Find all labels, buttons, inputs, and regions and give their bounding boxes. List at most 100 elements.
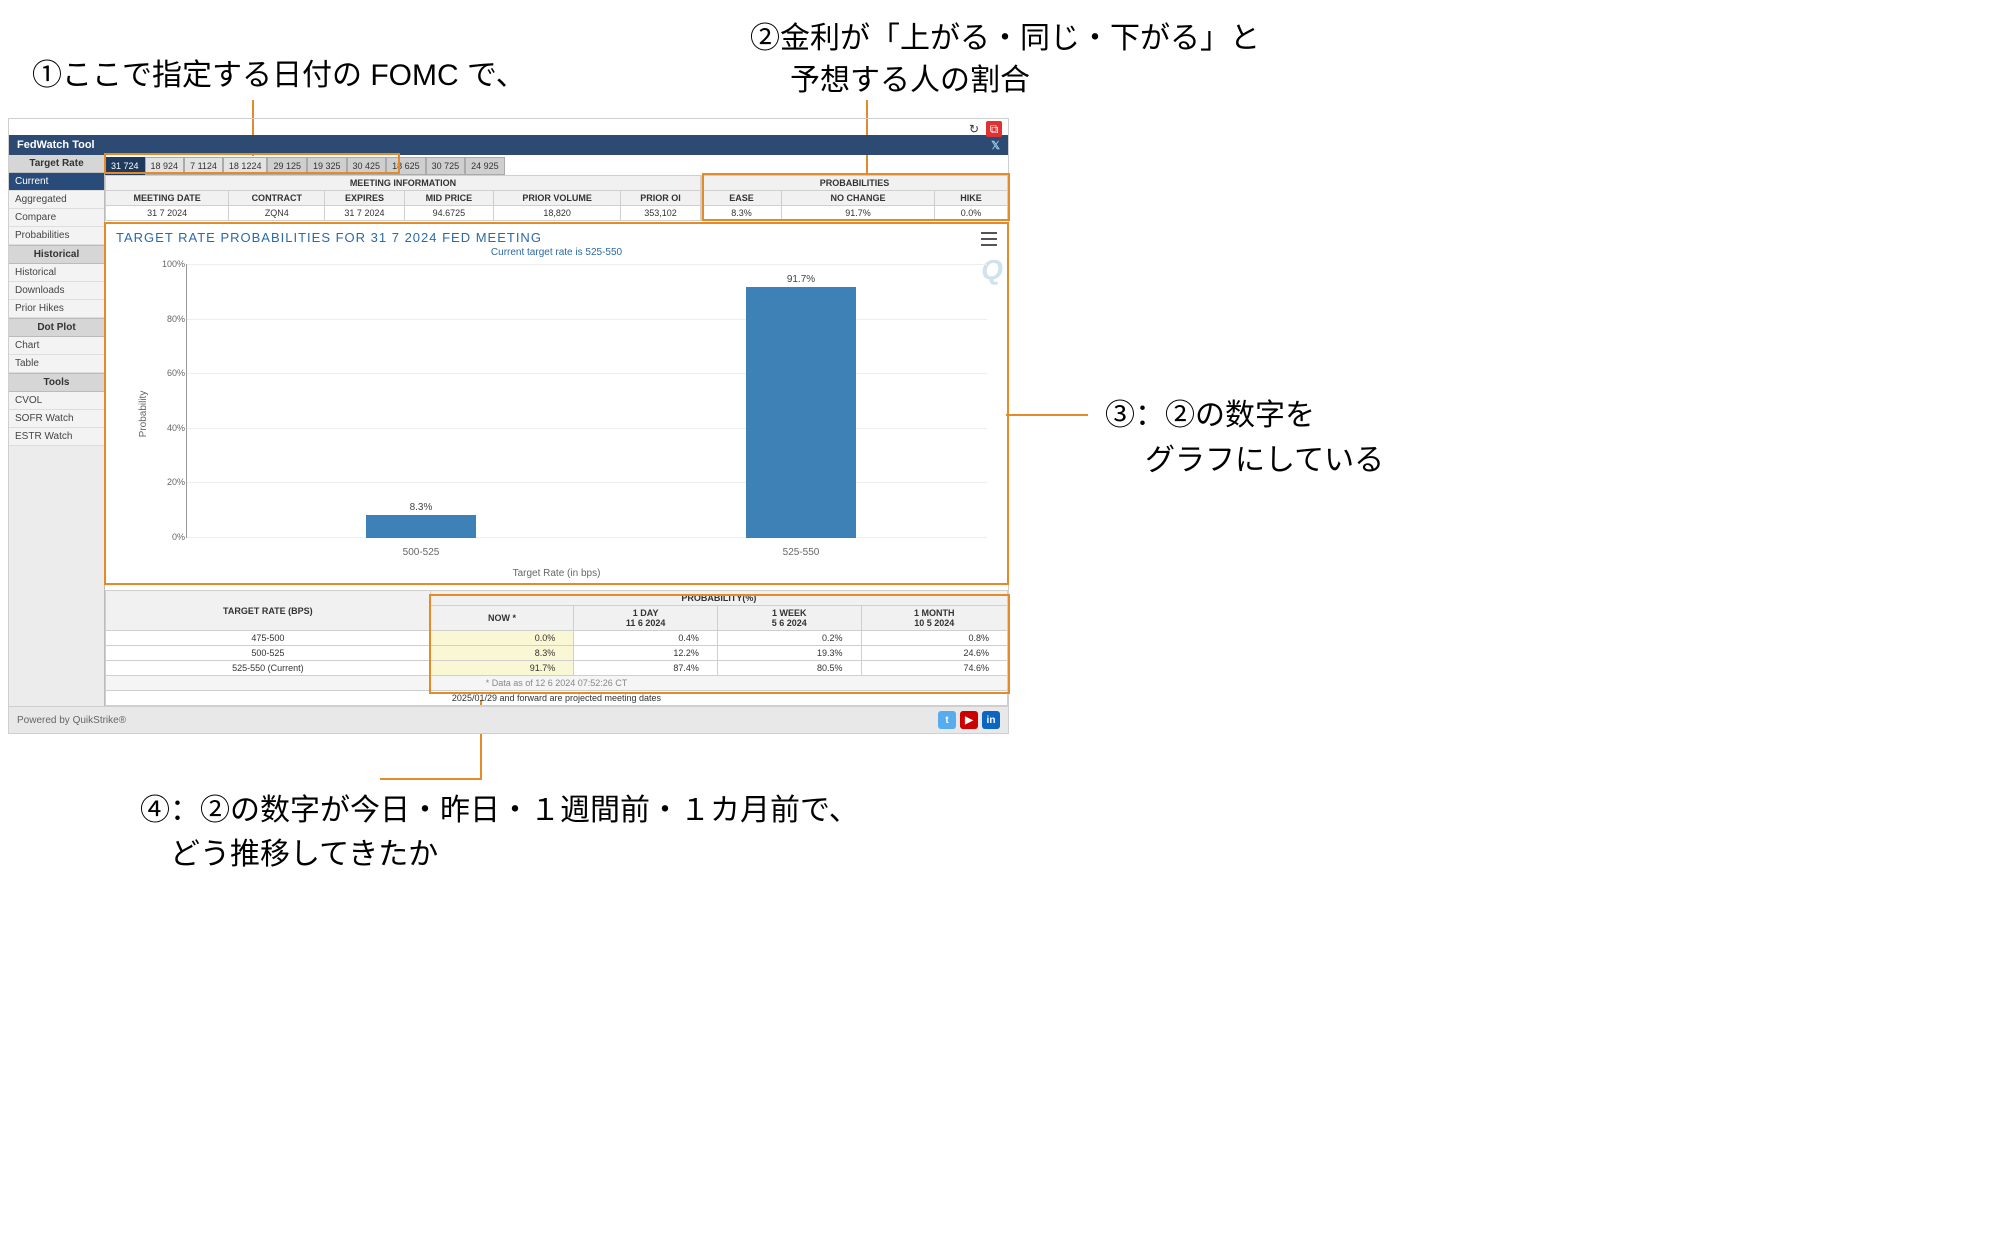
sidebar-item-aggregated[interactable]: Aggregated <box>9 191 104 209</box>
hist-footnote: * Data as of 12 6 2024 07:52:26 CT <box>105 676 1008 691</box>
bar-500-525: 8.3% <box>366 515 476 538</box>
hist-1day: 12.2% <box>574 646 718 661</box>
annotation-4-line2: どう推移してきたか <box>170 834 438 876</box>
prob-hike: 0.0% <box>935 206 1008 221</box>
ytick: 80% <box>159 314 185 324</box>
date-tab-5[interactable]: 19 325 <box>307 157 347 175</box>
hist-col-1week: 1 WEEK5 6 2024 <box>717 606 861 631</box>
hist-1week: 19.3% <box>717 646 861 661</box>
hist-now: 8.3% <box>430 646 574 661</box>
mi-mid: 94.6725 <box>404 206 494 221</box>
popout-icon[interactable]: ⧉ <box>986 121 1002 137</box>
prob-nochange: 91.7% <box>782 206 935 221</box>
date-tab-2[interactable]: 7 1124 <box>184 157 223 175</box>
hist-1day: 0.4% <box>574 631 718 646</box>
probabilities-table: PROBABILITIES EASE NO CHANGE HIKE 8.3% 9… <box>701 175 1008 221</box>
annotation-1: ①ここで指定する日付の FOMC で、 <box>32 55 526 97</box>
sidebar-header-historical: Historical <box>9 245 104 264</box>
date-tab-8[interactable]: 30 725 <box>426 157 466 175</box>
annotation-4-line1: ④：②の数字が今日・昨日・１週間前・１カ月前で、 <box>140 790 859 832</box>
chart-plot: Probability 0%20%40%60%80%100% 8.3%91.7%… <box>156 264 987 564</box>
ytick: 0% <box>159 532 185 542</box>
history-row: 500-5258.3%12.2%19.3%24.6% <box>106 646 1008 661</box>
mi-h-mid: MID PRICE <box>404 191 494 206</box>
chart-menu-icon[interactable] <box>981 232 997 246</box>
bar-525-550: 91.7% <box>746 287 856 538</box>
ytick: 20% <box>159 477 185 487</box>
footer-linkedin-icon[interactable]: in <box>982 711 1000 729</box>
ytick: 100% <box>159 259 185 269</box>
footer-bar: Powered by QuikStrike® t ▶ in <box>9 706 1008 733</box>
refresh-icon[interactable]: ↻ <box>966 121 982 137</box>
annotation-line-3 <box>1006 414 1088 416</box>
ytick: 60% <box>159 368 185 378</box>
date-tab-9[interactable]: 24 925 <box>465 157 505 175</box>
prob-ease: 8.3% <box>701 206 781 221</box>
sidebar-item-estr-watch[interactable]: ESTR Watch <box>9 428 104 446</box>
hist-prob-header: PROBABILITY(%) <box>430 591 1007 606</box>
mi-expires: 31 7 2024 <box>325 206 404 221</box>
twitter-icon[interactable]: 𝕏 <box>991 139 1000 152</box>
sidebar-item-historical[interactable]: Historical <box>9 264 104 282</box>
main-panel: 31 72418 9247 112418 122429 12519 32530 … <box>105 155 1008 706</box>
prob-h-nochange: NO CHANGE <box>782 191 935 206</box>
chart-subtitle: Current target rate is 525-550 <box>116 247 997 258</box>
mi-h-contract: CONTRACT <box>229 191 325 206</box>
sidebar-item-dot-chart[interactable]: Chart <box>9 337 104 355</box>
history-row: 525-550 (Current)91.7%87.4%80.5%74.6% <box>106 661 1008 676</box>
hist-left-header: TARGET RATE (BPS) <box>106 591 431 631</box>
mi-contract: ZQN4 <box>229 206 325 221</box>
prob-h-ease: EASE <box>701 191 781 206</box>
hist-projnote: 2025/01/29 and forward are projected mee… <box>105 691 1008 706</box>
mi-volume: 18,820 <box>494 206 621 221</box>
date-tab-4[interactable]: 29 125 <box>267 157 307 175</box>
footer-twitter-icon[interactable]: t <box>938 711 956 729</box>
date-tab-6[interactable]: 30 425 <box>347 157 387 175</box>
hist-1week: 80.5% <box>717 661 861 676</box>
hist-1month: 74.6% <box>861 661 1008 676</box>
date-tab-0[interactable]: 31 724 <box>105 157 145 175</box>
sidebar-item-dot-table[interactable]: Table <box>9 355 104 373</box>
hist-col-1day: 1 DAY11 6 2024 <box>574 606 718 631</box>
annotation-2-line2: 予想する人の割合 <box>790 60 1030 102</box>
hist-rate: 500-525 <box>106 646 431 661</box>
hist-col-now: NOW * <box>430 606 574 631</box>
social-icons: t ▶ in <box>938 711 1000 729</box>
hist-now: 0.0% <box>430 631 574 646</box>
window-controls: ↻ ⧉ <box>966 121 1002 137</box>
date-tab-1[interactable]: 18 924 <box>145 157 185 175</box>
sidebar-item-current[interactable]: Current <box>9 173 104 191</box>
mi-h-oi: PRIOR OI <box>620 191 700 206</box>
chart-container: TARGET RATE PROBABILITIES FOR 31 7 2024 … <box>105 223 1008 584</box>
hist-1week: 0.2% <box>717 631 861 646</box>
annotation-3-line1: ③：②の数字を <box>1105 395 1315 437</box>
history-table: TARGET RATE (BPS) PROBABILITY(%) NOW * 1… <box>105 590 1008 676</box>
mi-oi: 353,102 <box>620 206 700 221</box>
hist-col-1month: 1 MONTH10 5 2024 <box>861 606 1008 631</box>
sidebar-item-cvol[interactable]: CVOL <box>9 392 104 410</box>
powered-by-text: Powered by QuikStrike® <box>17 715 126 726</box>
title-bar: FedWatch Tool 𝕏 <box>9 135 1008 155</box>
meeting-info-section: MEETING INFORMATION <box>106 176 701 191</box>
date-tab-7[interactable]: 18 625 <box>386 157 426 175</box>
mi-h-date: MEETING DATE <box>106 191 229 206</box>
date-tab-3[interactable]: 18 1224 <box>223 157 268 175</box>
chart-ylabel: Probability <box>138 391 149 438</box>
chart-xlabel: Target Rate (in bps) <box>116 568 997 579</box>
annotation-line-4h <box>380 778 482 780</box>
annotation-3-line2: グラフにしている <box>1145 440 1384 482</box>
hist-1month: 0.8% <box>861 631 1008 646</box>
mi-h-expires: EXPIRES <box>325 191 404 206</box>
sidebar-item-downloads[interactable]: Downloads <box>9 282 104 300</box>
xcat: 500-525 <box>366 547 476 558</box>
sidebar-header-dotplot: Dot Plot <box>9 318 104 337</box>
title-text: FedWatch Tool <box>17 139 95 151</box>
sidebar-item-compare[interactable]: Compare <box>9 209 104 227</box>
sidebar-item-probabilities[interactable]: Probabilities <box>9 227 104 245</box>
date-tabs: 31 72418 9247 112418 122429 12519 32530 … <box>105 157 1008 175</box>
sidebar-item-sofr-watch[interactable]: SOFR Watch <box>9 410 104 428</box>
sidebar-item-prior-hikes[interactable]: Prior Hikes <box>9 300 104 318</box>
footer-youtube-icon[interactable]: ▶ <box>960 711 978 729</box>
sidebar: Target Rate Current Aggregated Compare P… <box>9 155 105 706</box>
sidebar-header-tools: Tools <box>9 373 104 392</box>
